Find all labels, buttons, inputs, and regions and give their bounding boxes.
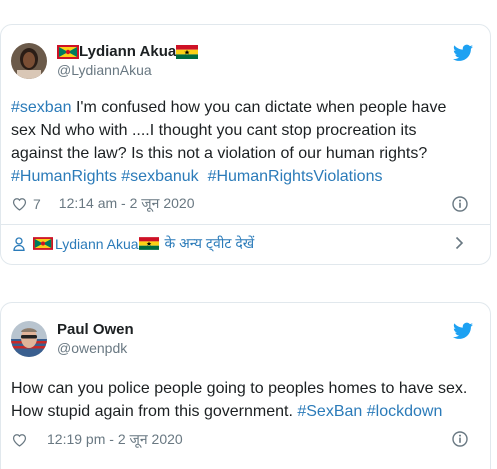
more-tweets-name[interactable]: Lydiann Akua: [55, 236, 139, 252]
tweet-meta: 12:19 pm - 2 जून 2020: [12, 430, 183, 449]
display-name[interactable]: Lydiann Akua: [57, 43, 199, 61]
more-tweets-link[interactable]: Lydiann Akua के अन्य ट्वीट देखें: [13, 234, 490, 253]
user-handle[interactable]: @owenpdk: [57, 339, 134, 357]
heart-icon[interactable]: [12, 197, 27, 211]
tweet-text-segment: [199, 168, 208, 185]
ghana-flag-icon: [176, 45, 199, 59]
tweet-card[interactable]: Paul Owen @owenpdk How can you police pe…: [0, 302, 491, 469]
tweet-text: #sexban I'm confused how you can dictate…: [11, 96, 468, 188]
hashtag-link[interactable]: #sexbanuk: [121, 168, 198, 185]
display-name[interactable]: Paul Owen: [57, 321, 134, 339]
tweet-header: Paul Owen @owenpdk: [11, 321, 134, 357]
hashtag-link[interactable]: #HumanRights: [11, 168, 117, 185]
more-tweets-label[interactable]: के अन्य ट्वीट देखें: [161, 234, 254, 253]
tweet-timestamp[interactable]: 12:19 pm - 2 जून 2020: [47, 430, 183, 449]
person-icon: [13, 236, 25, 251]
avatar[interactable]: [11, 321, 47, 357]
hashtag-link[interactable]: #HumanRightsViolations: [208, 168, 383, 185]
like-count[interactable]: 7: [33, 196, 41, 212]
user-handle[interactable]: @LydiannAkua: [57, 61, 198, 79]
tweet-meta: 7 12:14 am - 2 जून 2020: [12, 194, 194, 213]
tweet-timestamp[interactable]: 12:14 am - 2 जून 2020: [59, 194, 195, 213]
tweet-card[interactable]: Lydiann Akua @LydiannAkua #sexban I'm co…: [0, 24, 491, 265]
info-icon[interactable]: [452, 196, 468, 212]
heart-icon[interactable]: [12, 433, 27, 447]
avatar[interactable]: [11, 43, 47, 79]
grenada-flag-icon: [57, 45, 79, 59]
display-name-text[interactable]: Paul Owen: [57, 321, 134, 339]
tweet-header: Lydiann Akua @LydiannAkua: [11, 43, 199, 79]
hashtag-link[interactable]: #lockdown: [367, 403, 443, 420]
twitter-bird-icon[interactable]: [453, 44, 473, 62]
display-name-text[interactable]: Lydiann Akua: [79, 43, 176, 61]
grenada-flag-icon: [33, 236, 55, 251]
tweet-text: How can you police people going to peopl…: [11, 377, 468, 423]
tweet-text-segment: I'm confused how you can dictate when pe…: [11, 99, 447, 162]
hashtag-link[interactable]: #sexban: [11, 99, 72, 116]
chevron-right-icon[interactable]: [455, 236, 464, 250]
info-icon[interactable]: [452, 431, 468, 447]
hashtag-link[interactable]: #SexBan: [297, 403, 362, 420]
twitter-bird-icon[interactable]: [453, 322, 473, 340]
divider: [1, 224, 490, 225]
ghana-flag-icon: [138, 236, 161, 251]
